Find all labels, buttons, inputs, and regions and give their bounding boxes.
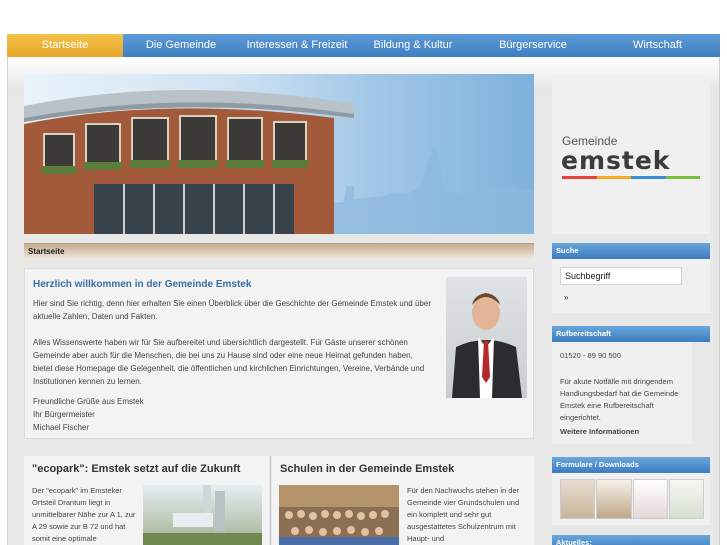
document-thumbnail[interactable] <box>560 479 596 519</box>
document-thumbnail[interactable] <box>632 479 668 519</box>
schulen-text: Für den Nachwuchs stehen in der Gemeinde… <box>407 486 520 543</box>
formulare-widget <box>552 473 710 525</box>
logo-stripe <box>562 176 700 179</box>
stripe-orange <box>596 176 631 179</box>
formulare-thumbnails[interactable] <box>560 479 704 519</box>
nav-item-wirtschaft[interactable]: Wirtschaft <box>595 34 720 57</box>
stripe-blue <box>631 176 666 179</box>
column-divider <box>270 456 271 545</box>
nav-item-bildung-kultur[interactable]: Bildung & Kultur <box>355 34 471 57</box>
greeting-name: Michael Fischer <box>33 423 90 432</box>
greeting-line: Freundliche Grüße aus Emstek <box>33 397 144 406</box>
rufbereitschaft-text: Für akute Notfälle mit dringendem Handlu… <box>560 377 679 422</box>
nav-item-buergerservice[interactable]: Bürgerservice <box>471 34 595 57</box>
formulare-heading: Formulare / Downloads <box>552 457 710 473</box>
rufbereitschaft-more-link[interactable]: Weitere Informationen <box>560 426 690 438</box>
breadcrumb-current: Startseite <box>28 247 65 256</box>
welcome-title: Herzlich willkommen in der Gemeinde Emst… <box>33 279 252 290</box>
greeting-title: Ihr Bürgermeister <box>33 410 95 419</box>
schulen-photo[interactable] <box>279 485 399 545</box>
rufbereitschaft-phone: 01520 - 89 90 500 <box>560 351 621 360</box>
welcome-paragraph-2: Alles Wissenswerte haben wir für Sie auf… <box>33 338 425 386</box>
stripe-red <box>562 176 597 179</box>
welcome-panel: Herzlich willkommen in der Gemeinde Emst… <box>24 268 534 439</box>
search-widget: Suchbegriff » <box>552 259 710 313</box>
search-submit-button[interactable]: » <box>564 293 568 302</box>
logo-wordmark[interactable]: emstek <box>561 146 670 175</box>
ecopark-teaser: "ecopark": Emstek setzt auf die Zukunft … <box>24 456 269 545</box>
ecopark-title[interactable]: "ecopark": Emstek setzt auf die Zukunft <box>32 463 240 475</box>
schulen-title[interactable]: Schulen in der Gemeinde Emstek <box>280 463 454 475</box>
nav-item-startseite[interactable]: Startseite <box>7 34 123 57</box>
logo-panel: Gemeinde emstek <box>552 74 710 234</box>
nav-item-die-gemeinde[interactable]: Die Gemeinde <box>123 34 239 57</box>
breadcrumb: Startseite <box>24 243 534 259</box>
stripe-green <box>665 176 700 179</box>
ecopark-photo[interactable] <box>143 485 262 545</box>
schulen-teaser: Schulen in der Gemeinde Emstek Für den N… <box>272 456 534 545</box>
ecopark-text: Der "ecopark" im Emsteker Ortsteil Drant… <box>32 486 136 543</box>
suche-heading: Suche <box>552 243 710 259</box>
search-input[interactable]: Suchbegriff <box>560 267 682 285</box>
rufbereitschaft-heading: Rufbereitschaft <box>552 326 710 342</box>
header-image <box>24 74 534 234</box>
main-navigation: Startseite Die Gemeinde Interessen & Fre… <box>7 34 720 57</box>
rufbereitschaft-widget: 01520 - 89 90 500 Für akute Notfälle mit… <box>552 342 692 444</box>
document-thumbnail[interactable] <box>596 479 632 519</box>
aktuelles-heading: Aktuelles: <box>552 535 710 545</box>
document-thumbnail[interactable] <box>668 479 704 519</box>
welcome-paragraph-1: Hier sind Sie richtig, denn hier erhalte… <box>33 299 431 321</box>
nav-item-interessen-freizeit[interactable]: Interessen & Freizeit <box>239 34 355 57</box>
mayor-portrait <box>446 277 527 398</box>
